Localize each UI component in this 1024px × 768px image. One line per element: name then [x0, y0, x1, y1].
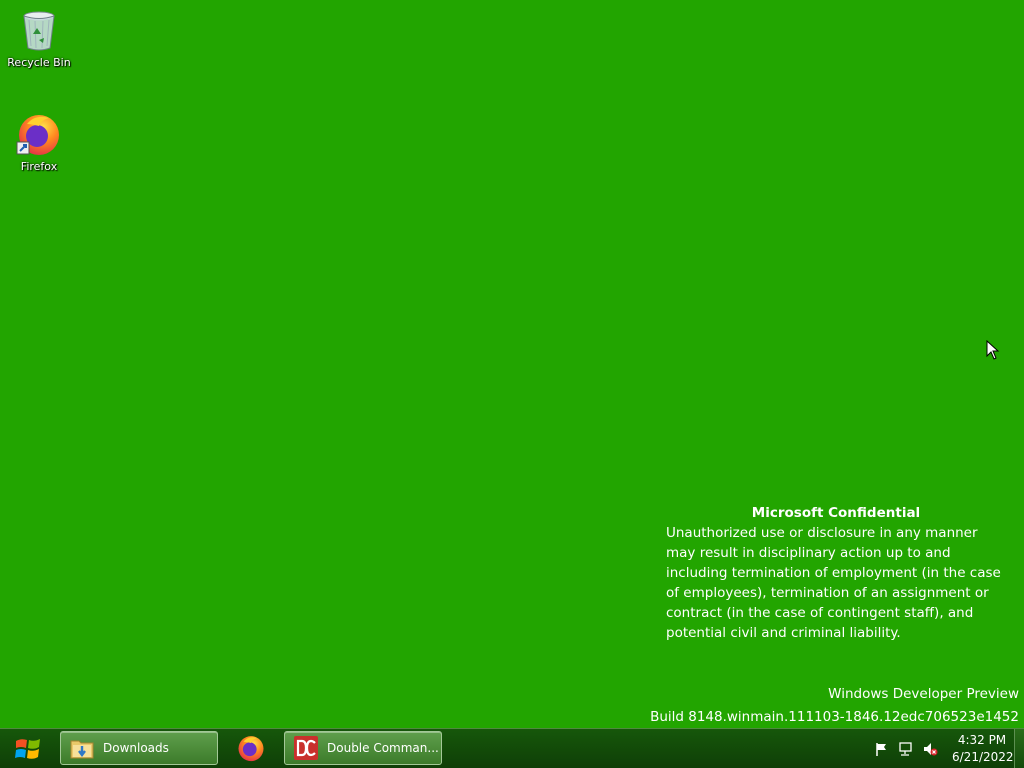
clock-time: 4:32 PM [957, 733, 1007, 747]
watermark-title: Microsoft Confidential [751, 505, 921, 521]
build-number: Build 8148.winmain.111103-1846.12edc7065… [650, 709, 1019, 725]
show-desktop-button[interactable] [1014, 729, 1024, 768]
network-icon[interactable] [898, 741, 914, 757]
build-product: Windows Developer Preview [828, 686, 1019, 702]
taskbar-button-double-commander[interactable]: Double Comman... [284, 731, 442, 765]
start-button[interactable] [4, 731, 52, 767]
taskbar: Downloads Double Comman... 4:32 PM 6/21/… [0, 728, 1024, 768]
system-tray: 4:32 PM 6/21/2022 [870, 729, 1014, 768]
taskbar-button-firefox[interactable] [228, 731, 274, 765]
folder-downloads-icon [70, 740, 94, 759]
mouse-cursor-icon [986, 339, 1000, 360]
firefox-icon [15, 110, 63, 158]
desktop-icon-label: Firefox [20, 160, 58, 173]
clock-date: 6/21/2022 [952, 750, 1014, 764]
desktop-icon-label: Recycle Bin [7, 56, 71, 69]
build-info: Windows Developer Preview Build 8148.win… [650, 683, 1019, 729]
confidential-watermark: Microsoft Confidential Unauthorized use … [666, 503, 1006, 643]
taskbar-button-downloads[interactable]: Downloads [60, 731, 218, 765]
firefox-icon [238, 736, 264, 762]
double-commander-icon [294, 736, 318, 760]
desktop-icon-recycle-bin[interactable]: Recycle Bin [1, 6, 77, 70]
flag-icon[interactable] [874, 741, 890, 757]
volume-muted-icon[interactable] [922, 741, 938, 757]
watermark-body: Unauthorized use or disclosure in any ma… [666, 525, 1001, 641]
desktop-icon-firefox[interactable]: Firefox [1, 110, 77, 174]
taskbar-clock[interactable]: 4:32 PM 6/21/2022 [952, 732, 1014, 766]
recycle-bin-icon [15, 6, 63, 54]
taskbar-button-label: Downloads [103, 741, 169, 755]
windows-logo-icon [15, 739, 40, 759]
desktop: Recycle Bin Firefox Microsoft Confidenti… [0, 0, 1024, 728]
taskbar-button-label: Double Comman... [327, 741, 439, 755]
